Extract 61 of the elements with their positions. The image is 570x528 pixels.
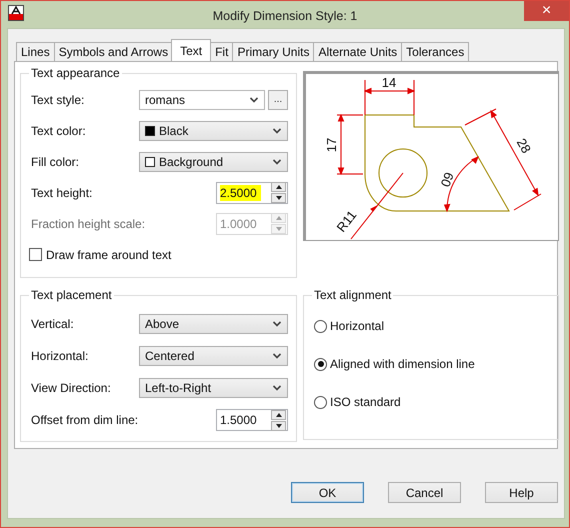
dialog-button[interactable]: Help bbox=[485, 482, 558, 503]
field-label: Fraction height scale: bbox=[31, 216, 146, 230]
chevron-icon bbox=[273, 128, 281, 134]
dimension-label: 17 bbox=[324, 138, 339, 152]
field-label: Text color: bbox=[31, 124, 86, 138]
text-style-dropdown[interactable]: romans bbox=[139, 90, 265, 110]
up-arrow-icon bbox=[276, 412, 282, 416]
radio-button[interactable] bbox=[314, 320, 327, 332]
chevron-icon bbox=[250, 96, 258, 102]
dropdown[interactable]: Centered bbox=[139, 346, 288, 366]
spin-field[interactable]: 1.5000 bbox=[216, 409, 288, 431]
radio-label: Horizontal bbox=[330, 319, 384, 333]
field-label: Text height: bbox=[31, 186, 92, 200]
checkbox-label: Draw frame around text bbox=[46, 248, 172, 262]
tab[interactable]: Lines bbox=[16, 42, 55, 61]
spin-down-button[interactable] bbox=[271, 193, 286, 203]
dimension-label: R11 bbox=[334, 208, 360, 235]
field-label: Fill color: bbox=[31, 154, 80, 168]
chevron-icon bbox=[273, 158, 281, 164]
color-dropdown[interactable]: Black bbox=[139, 120, 288, 140]
tab[interactable]: Text bbox=[171, 39, 212, 61]
dimension-label: 28 bbox=[514, 136, 534, 156]
close-button[interactable]: × bbox=[524, 1, 569, 21]
chevron-icon bbox=[273, 321, 281, 327]
tab[interactable]: Primary Units bbox=[232, 42, 314, 61]
radio-label: ISO standard bbox=[330, 395, 401, 409]
dialog-button[interactable]: Cancel bbox=[388, 482, 461, 503]
field-label: Text style: bbox=[31, 92, 84, 106]
spin-field[interactable]: 2.5000 bbox=[216, 182, 288, 204]
radio-button[interactable] bbox=[314, 396, 327, 408]
dropdown[interactable]: Above bbox=[139, 314, 288, 334]
spin-up-button[interactable] bbox=[271, 410, 286, 420]
field-label: Horizontal: bbox=[31, 349, 88, 363]
group-title: Text alignment bbox=[313, 288, 392, 302]
dropdown[interactable]: Left-to-Right bbox=[139, 378, 288, 398]
spin-up-button[interactable] bbox=[271, 182, 286, 192]
checkbox[interactable] bbox=[29, 248, 42, 261]
chevron-icon bbox=[273, 353, 281, 359]
tab[interactable]: Symbols and Arrows bbox=[54, 42, 174, 61]
field-label: Offset from dim line: bbox=[31, 413, 138, 427]
chevron-icon bbox=[273, 385, 281, 391]
field-label: Vertical: bbox=[31, 317, 74, 331]
radio-button[interactable] bbox=[314, 358, 327, 370]
tab[interactable]: Tolerances bbox=[401, 42, 470, 61]
browse-button[interactable]: ... bbox=[268, 90, 288, 110]
spin-down-button[interactable] bbox=[271, 420, 286, 430]
dimension-label: 14 bbox=[382, 75, 396, 90]
up-arrow-icon bbox=[276, 185, 282, 189]
down-arrow-icon bbox=[276, 227, 282, 231]
dialog-button[interactable]: OK bbox=[291, 482, 364, 503]
dimension-label: 60 bbox=[438, 170, 457, 189]
color-dropdown[interactable]: Background bbox=[139, 152, 288, 172]
group-title: Text placement bbox=[30, 288, 113, 302]
radio-label: Aligned with dimension line bbox=[330, 357, 475, 371]
group-title: Text appearance bbox=[30, 66, 121, 80]
down-arrow-icon bbox=[276, 196, 282, 200]
up-arrow-icon bbox=[276, 216, 282, 220]
window-title: Modify Dimension Style: 1 bbox=[212, 9, 358, 23]
field-label: View Direction: bbox=[31, 381, 111, 395]
app-logo-icon bbox=[8, 5, 24, 21]
down-arrow-icon bbox=[276, 424, 282, 428]
